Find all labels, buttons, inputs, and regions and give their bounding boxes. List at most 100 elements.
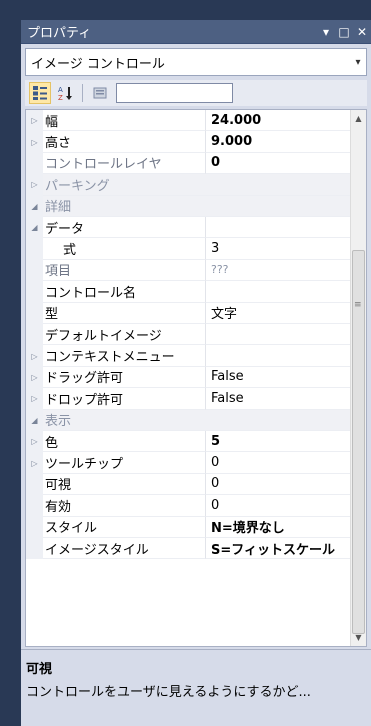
property-row[interactable]: 可視 0 — [26, 473, 351, 496]
property-category-row[interactable]: ◢ 表示 — [26, 409, 351, 431]
property-name: デフォルトイメージ — [43, 324, 206, 346]
property-name: コントロールレイヤ — [43, 152, 206, 175]
property-value — [206, 174, 351, 196]
property-name: ツールチップ — [43, 452, 206, 474]
property-value — [206, 409, 351, 431]
property-name: データ — [43, 217, 206, 239]
property-value[interactable]: S=フィットスケール — [206, 538, 351, 560]
expand-icon[interactable]: ▷ — [26, 388, 43, 410]
categorized-icon — [33, 86, 47, 100]
expand-icon[interactable]: ▷ — [26, 431, 43, 453]
svg-text:Z: Z — [58, 94, 63, 101]
property-name: スタイル — [43, 516, 206, 538]
maximize-icon[interactable]: □ — [335, 25, 353, 39]
property-category-row[interactable]: ▷ パーキング — [26, 174, 351, 196]
property-name: イメージスタイル — [43, 538, 206, 560]
property-row[interactable]: 項目??? — [26, 259, 351, 282]
collapse-icon[interactable]: ◢ — [26, 217, 43, 239]
row-gutter — [26, 538, 43, 560]
property-value[interactable]: 24.000 — [206, 110, 351, 132]
description-text: コントロールをユーザに見えるようにするかど... — [26, 685, 311, 700]
property-row[interactable]: 有効 0 — [26, 495, 351, 517]
property-value[interactable] — [206, 324, 351, 346]
property-name: 式 — [43, 238, 206, 260]
expand-icon[interactable]: ▷ — [26, 131, 43, 153]
property-value[interactable]: 9.000 — [206, 131, 351, 153]
expand-icon[interactable]: ▷ — [26, 174, 43, 196]
property-pages-icon — [93, 87, 107, 99]
property-row[interactable]: ▷ ドロップ許可 False — [26, 388, 351, 410]
description-title: 可視 — [26, 662, 53, 677]
expand-icon[interactable]: ▷ — [26, 452, 43, 474]
property-value[interactable]: 文字 — [206, 303, 351, 324]
property-value[interactable]: False — [206, 388, 351, 410]
scroll-down-arrow-icon[interactable]: ▼ — [351, 629, 366, 646]
property-value[interactable] — [206, 217, 351, 239]
property-value[interactable]: N=境界なし — [206, 517, 351, 538]
row-gutter — [26, 516, 43, 538]
collapse-icon[interactable]: ◢ — [26, 195, 43, 217]
window-position-dropdown-icon[interactable]: ▾ — [317, 25, 335, 39]
property-category-row[interactable]: ◢ 詳細 — [26, 195, 351, 217]
property-name: 表示 — [43, 409, 206, 431]
property-value[interactable]: 0 — [206, 153, 351, 175]
property-row[interactable]: ▷ 幅 24.000 — [26, 110, 351, 132]
row-gutter — [26, 302, 43, 324]
close-icon[interactable]: ✕ — [353, 25, 371, 39]
property-row[interactable]: スタイル N=境界なし — [26, 516, 351, 538]
property-value — [206, 195, 351, 217]
property-row[interactable]: デフォルトイメージ — [26, 324, 351, 346]
property-value[interactable] — [206, 281, 351, 303]
expand-icon[interactable]: ▷ — [26, 345, 43, 367]
property-value[interactable]: 3 — [206, 238, 351, 260]
properties-toolbar: A Z — [25, 80, 367, 106]
collapse-icon[interactable]: ◢ — [26, 409, 43, 431]
property-value[interactable]: 0 — [206, 495, 351, 517]
property-row[interactable]: 型文字 — [26, 302, 351, 324]
panel-title-bar[interactable]: プロパティ ▾ □ ✕ — [21, 20, 371, 44]
sort-az-icon: A Z — [58, 86, 72, 101]
property-row[interactable]: ▷ ドラッグ許可 False — [26, 366, 351, 389]
property-name: コントロール名 — [43, 281, 206, 303]
row-gutter — [26, 281, 43, 303]
property-row[interactable]: ◢ データ — [26, 217, 351, 239]
row-gutter — [26, 259, 43, 282]
property-value[interactable]: 0 — [206, 452, 351, 474]
property-row[interactable]: ▷ コンテキストメニュー — [26, 345, 351, 367]
property-value[interactable]: 5 — [206, 431, 351, 453]
property-name: 項目 — [43, 259, 206, 282]
property-name: コンテキストメニュー — [43, 345, 206, 367]
description-pane: 可視 コントロールをユーザに見えるようにするかど... — [21, 649, 371, 726]
row-gutter — [26, 473, 43, 496]
property-row[interactable]: イメージスタイル S=フィットスケール — [26, 538, 351, 560]
alphabetical-sort-button[interactable]: A Z — [54, 82, 76, 104]
property-row[interactable]: 式3 — [26, 238, 351, 260]
row-gutter — [26, 238, 43, 260]
property-value[interactable]: 0 — [206, 474, 351, 496]
expand-icon[interactable]: ▷ — [26, 110, 43, 132]
property-value[interactable] — [206, 345, 351, 367]
property-name: ドラッグ許可 — [43, 366, 206, 389]
object-selector-dropdown[interactable]: イメージ コントロール ▾ — [25, 48, 367, 76]
vertical-scrollbar[interactable]: ▲ ≡ ▼ — [350, 110, 366, 646]
property-pages-button[interactable] — [89, 82, 111, 104]
property-search-input[interactable] — [116, 83, 233, 103]
row-gutter — [26, 495, 43, 517]
property-value[interactable]: False — [206, 367, 351, 389]
panel-title: プロパティ — [27, 26, 92, 41]
property-name: 幅 — [43, 110, 206, 132]
property-row[interactable]: ▷ ツールチップ 0 — [26, 452, 351, 474]
properties-panel: プロパティ ▾ □ ✕ イメージ コントロール ▾ A Z ▷ 幅 24.000… — [21, 20, 371, 726]
property-row[interactable]: コントロール名 — [26, 281, 351, 303]
property-row[interactable]: ▷ 色 5 — [26, 431, 351, 453]
selected-object-name: イメージ コントロール — [31, 56, 165, 72]
categorized-view-button[interactable] — [29, 82, 51, 104]
scroll-up-arrow-icon[interactable]: ▲ — [351, 110, 366, 127]
property-value[interactable]: ??? — [206, 260, 351, 282]
property-name: ドロップ許可 — [43, 388, 206, 410]
property-row[interactable]: ▷ 高さ 9.000 — [26, 131, 351, 153]
property-name: 詳細 — [43, 195, 206, 217]
property-row[interactable]: コントロールレイヤ 0 — [26, 152, 351, 175]
expand-icon[interactable]: ▷ — [26, 366, 43, 389]
chevron-down-icon[interactable]: ▾ — [350, 57, 366, 68]
